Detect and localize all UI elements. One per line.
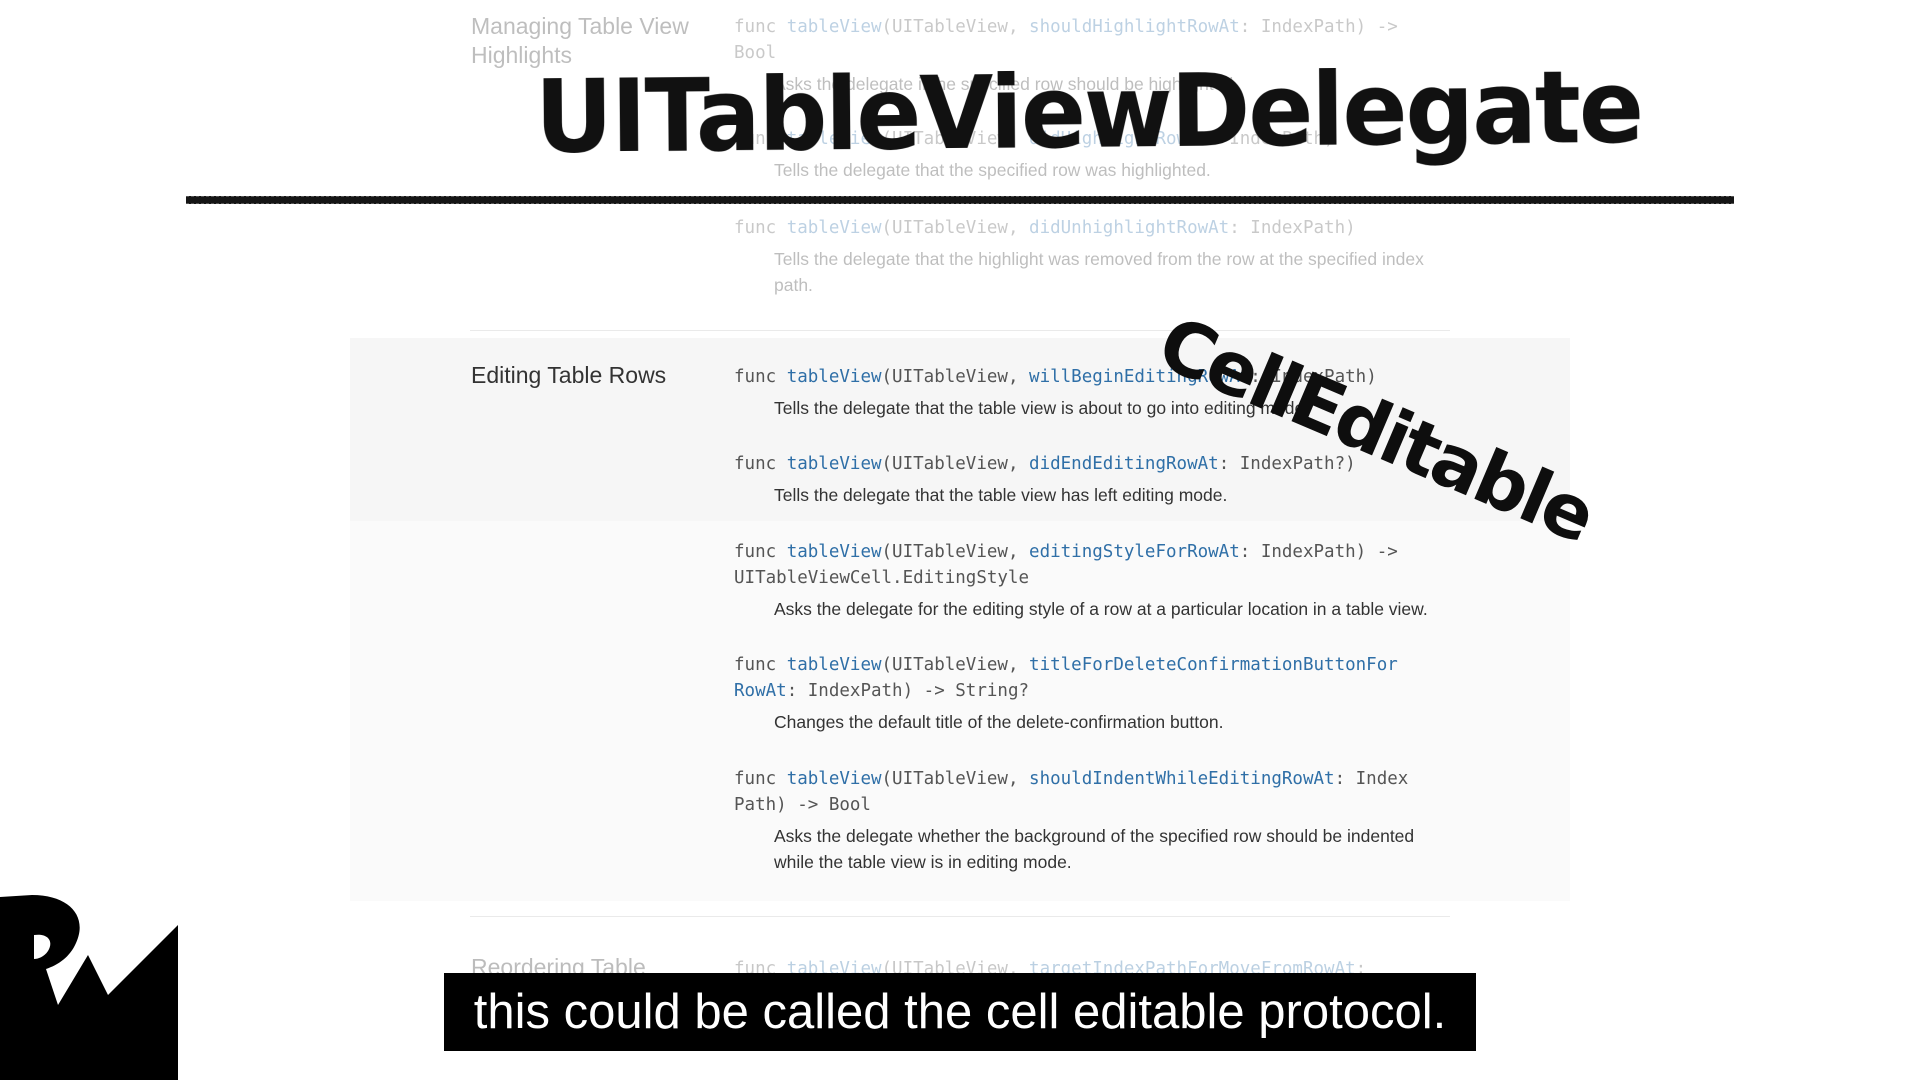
- param-type: (UITableView,: [881, 655, 1030, 675]
- param-type: (UITableView,: [881, 218, 1030, 238]
- method-name: tableView: [786, 17, 882, 37]
- overlay-underline: [186, 196, 1734, 204]
- method-signature[interactable]: func tableView(UITableView, titleForDele…: [734, 652, 1414, 704]
- method-label: editingStyleForRowAt: [1029, 542, 1240, 562]
- param-type: (UITableView,: [881, 367, 1030, 387]
- method-signature[interactable]: func tableView(UITableView, didEndEditin…: [734, 451, 1414, 477]
- method-description: Tells the delegate that the table view h…: [774, 485, 1228, 505]
- method-name: tableView: [786, 218, 882, 238]
- section-divider: [470, 916, 1450, 917]
- method-description: Changes the default title of the delete-…: [774, 712, 1224, 732]
- section-divider: [470, 330, 1450, 331]
- method-name: tableView: [786, 454, 882, 474]
- method-name: tableView: [786, 655, 882, 675]
- method-signature[interactable]: func tableView(UITableView, editingStyle…: [734, 539, 1414, 591]
- param-type: (UITableView,: [881, 769, 1030, 789]
- param-return: : IndexPath) -> String?: [786, 681, 1030, 701]
- method-label: shouldIndentWhileEditingRowAt: [1029, 769, 1335, 789]
- param-type: (UITableView,: [881, 17, 1030, 37]
- overlay-heading: UITableViewDelegate: [534, 48, 1643, 176]
- method-label: shouldHighlightRowAt: [1029, 17, 1240, 37]
- section-title-editing: Editing Table Rows: [471, 362, 667, 388]
- caption-subtitle: this could be called the cell editable p…: [444, 973, 1476, 1051]
- method-signature[interactable]: func tableView(UITableView, shouldIndent…: [734, 766, 1414, 818]
- method-name: tableView: [786, 769, 882, 789]
- keyword: func: [734, 655, 787, 675]
- keyword: func: [734, 367, 787, 387]
- keyword: func: [734, 542, 787, 562]
- keyword: func: [734, 17, 787, 37]
- method-description: Asks the delegate for the editing style …: [774, 599, 1428, 619]
- method-name: tableView: [786, 367, 882, 387]
- param-return: : IndexPath): [1229, 218, 1356, 238]
- method-description: Tells the delegate that the highlight wa…: [774, 249, 1424, 295]
- keyword: func: [734, 218, 787, 238]
- param-type: (UITableView,: [881, 454, 1030, 474]
- param-type: (UITableView,: [881, 542, 1030, 562]
- rw-logo-icon: [0, 895, 178, 1080]
- method-description: Asks the delegate whether the background…: [774, 826, 1415, 872]
- method-name: tableView: [786, 542, 882, 562]
- method-label: didUnhighlightRowAt: [1029, 218, 1230, 238]
- keyword: func: [734, 454, 787, 474]
- keyword: func: [734, 769, 787, 789]
- method-label: didEndEditingRowAt: [1029, 454, 1219, 474]
- method-signature[interactable]: func tableView(UITableView, didUnhighlig…: [734, 215, 1414, 241]
